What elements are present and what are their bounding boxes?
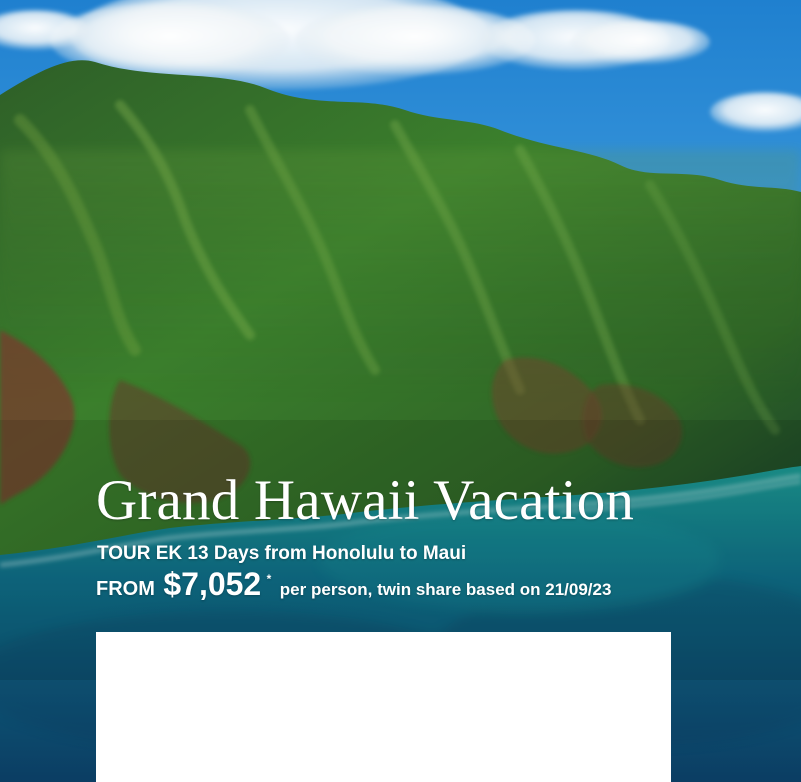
price-amount: $7,052 [163, 566, 262, 602]
tour-subtitle: TOUR EK 13 Days from Honolulu to Maui [97, 543, 467, 564]
hero-banner: Grand Hawaii Vacation TOUR EK 13 Days fr… [0, 0, 801, 782]
price-line: FROM $7,052 * per person, twin share bas… [96, 565, 611, 603]
price-suffix: per person, twin share based on 21/09/23 [279, 580, 612, 599]
tour-title: Grand Hawaii Vacation [96, 469, 635, 532]
content-panel [96, 632, 671, 782]
price-asterisk: * [266, 572, 272, 586]
price-from-label: FROM [96, 578, 155, 600]
